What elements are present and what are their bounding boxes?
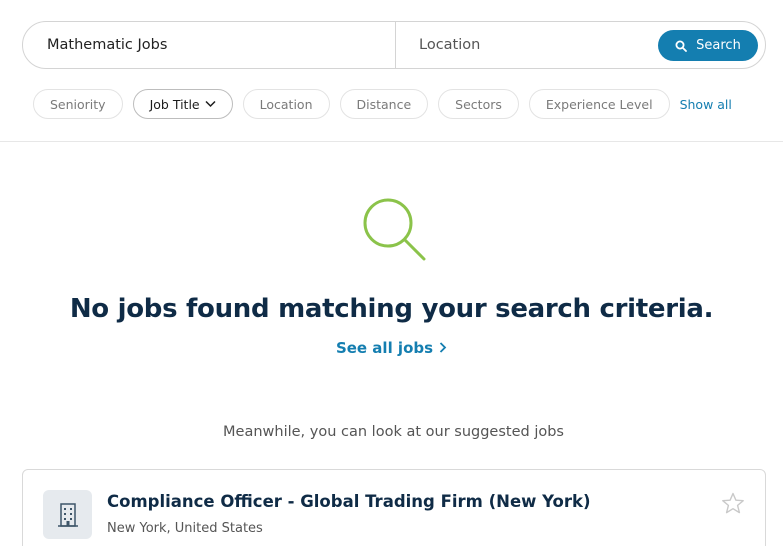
chevron-down-icon (205, 100, 216, 108)
building-icon (57, 502, 78, 527)
filter-label: Experience Level (545, 96, 653, 112)
search-icon (363, 198, 426, 261)
filter-seniority[interactable]: Seniority (33, 89, 123, 119)
see-all-jobs-label: See all jobs (335, 339, 434, 357)
header-divider (0, 141, 783, 142)
show-all-filters-link[interactable]: Show all (680, 97, 732, 112)
keyword-input[interactable] (23, 22, 395, 68)
search-button-label: Search (696, 38, 741, 53)
filter-job-title[interactable]: Job Title (132, 89, 233, 119)
suggested-jobs-heading: Meanwhile, you can look at our suggested… (223, 424, 564, 440)
filter-bar: Seniority Job Title Location Distance Se… (33, 89, 732, 119)
filter-label: Seniority (50, 96, 106, 112)
filter-distance[interactable]: Distance (339, 89, 429, 119)
job-card[interactable]: Compliance Officer - Global Trading Firm… (22, 469, 766, 546)
see-all-jobs-link[interactable]: See all jobs (0, 339, 783, 357)
filter-label: Job Title (149, 96, 200, 112)
star-icon[interactable] (721, 492, 745, 515)
job-title[interactable]: Compliance Officer - Global Trading Firm… (107, 492, 591, 511)
filter-label: Location (259, 96, 313, 112)
filter-label: Distance (356, 96, 412, 112)
filter-location[interactable]: Location (242, 89, 330, 119)
empty-state-title: No jobs found matching your search crite… (69, 294, 714, 324)
filter-sectors[interactable]: Sectors (438, 89, 519, 119)
job-location: New York, United States (107, 521, 263, 536)
search-icon (675, 40, 688, 52)
company-logo (43, 490, 92, 539)
search-bar: Search (22, 21, 766, 69)
chevron-right-icon (439, 342, 447, 353)
search-button[interactable]: Search (658, 30, 758, 61)
filter-label: Sectors (455, 96, 502, 112)
filter-experience-level[interactable]: Experience Level (528, 89, 670, 119)
